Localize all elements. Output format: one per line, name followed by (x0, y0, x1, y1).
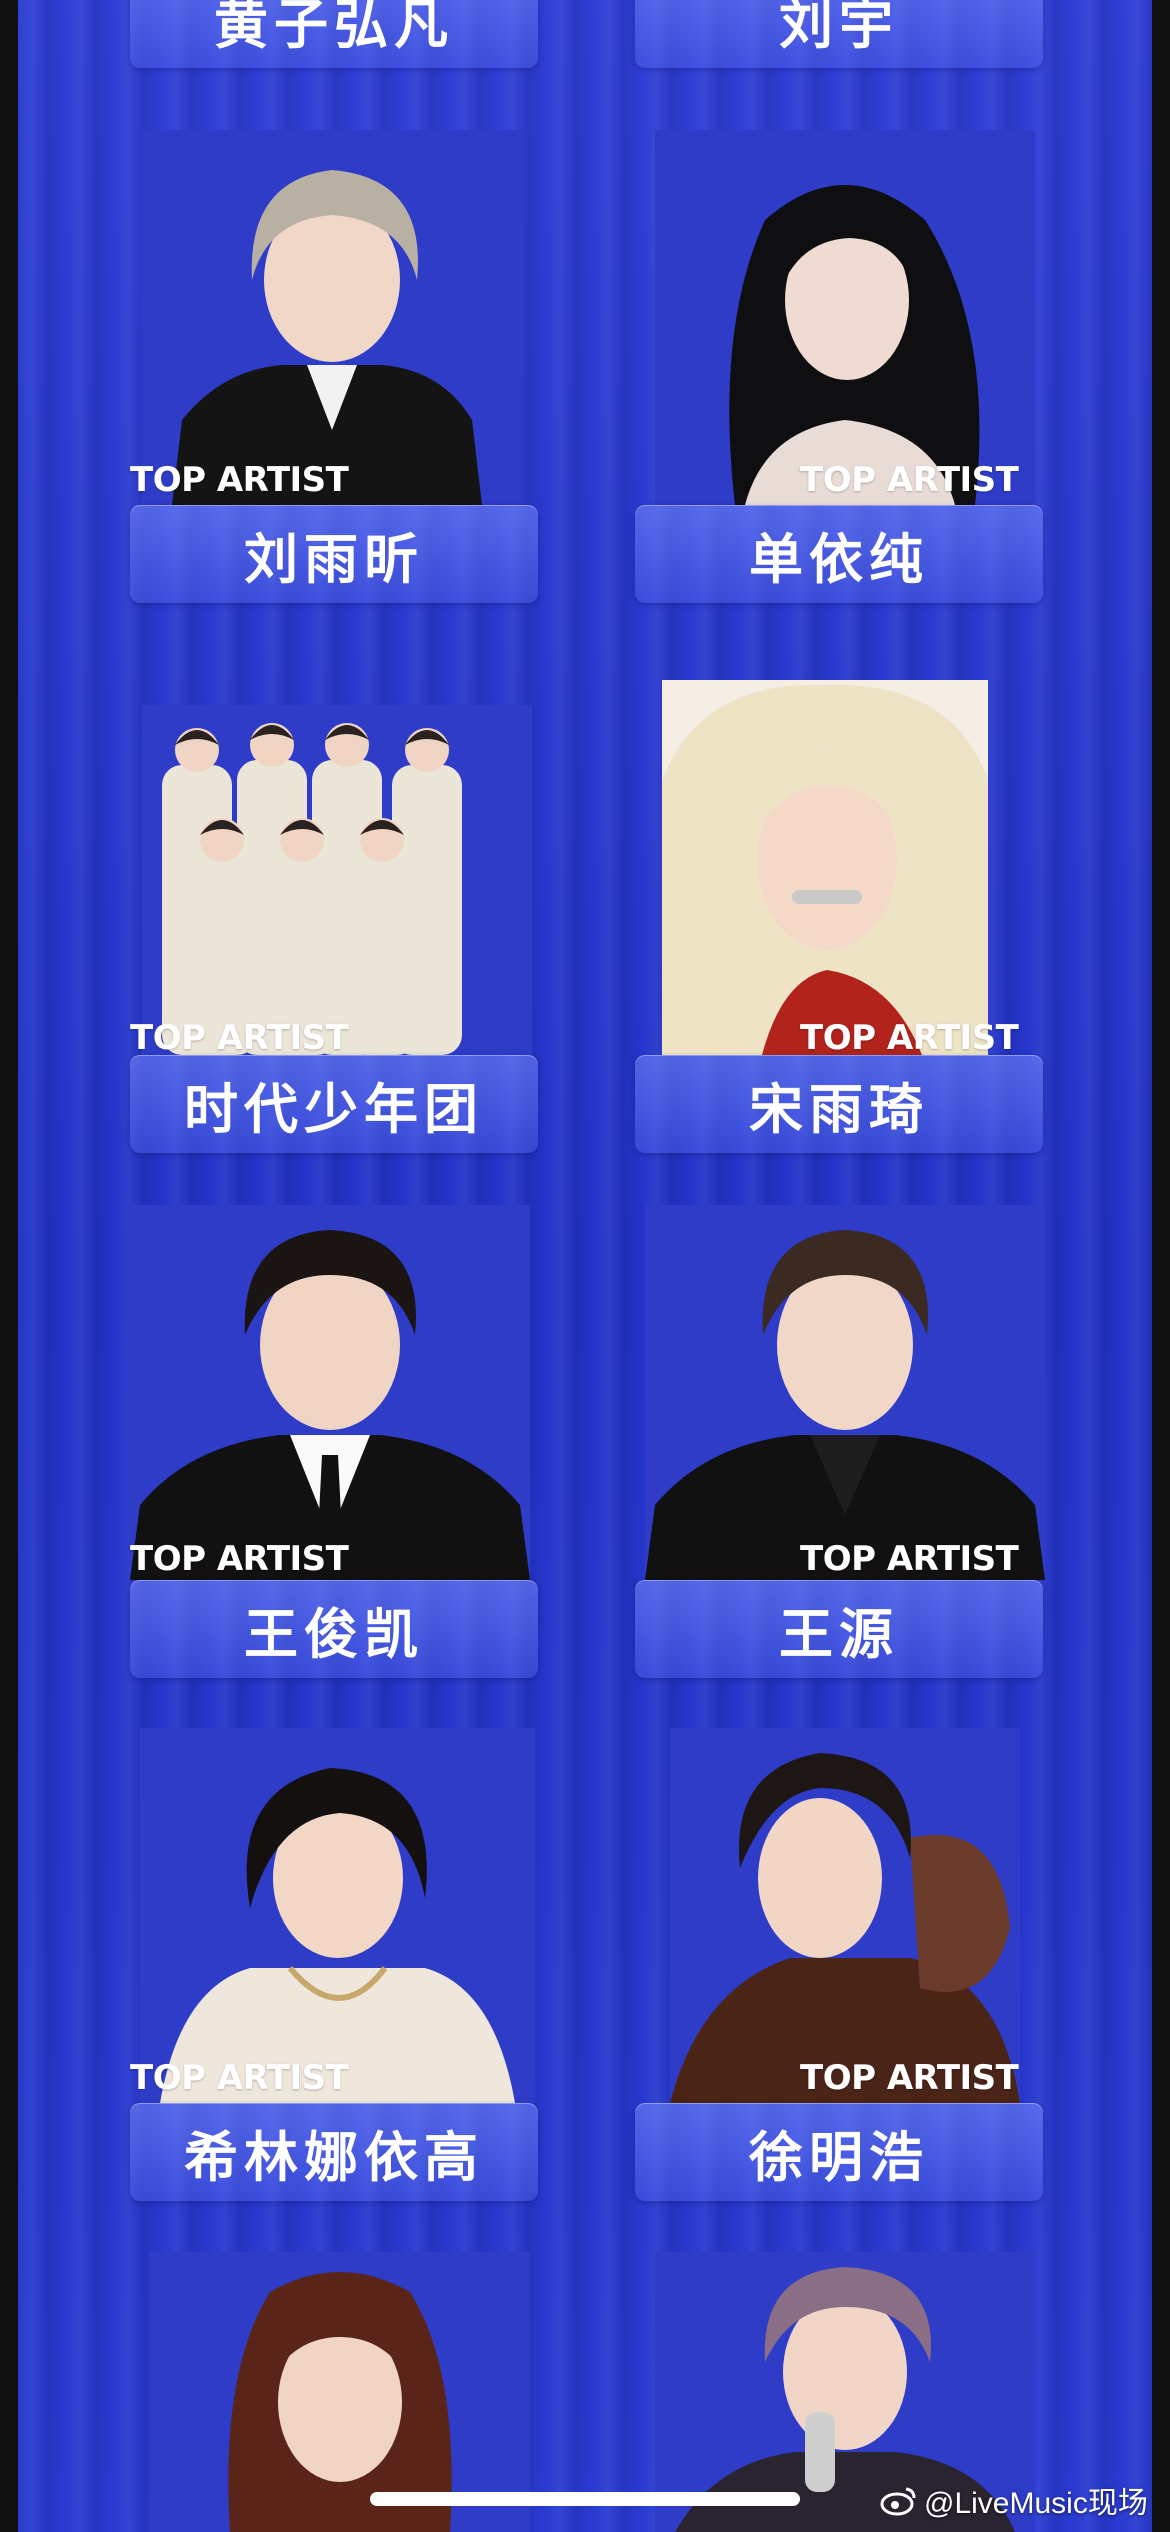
name-plate: 时代少年团 (130, 1055, 538, 1153)
artist-photo (655, 130, 1035, 505)
artist-photo (130, 1205, 530, 1580)
artist-name: 刘雨昕 (244, 527, 424, 591)
name-plate: 黄子弘凡 (130, 0, 538, 68)
watermark-text: @LiveMusic现场 (924, 2487, 1148, 2520)
artist-photo (662, 680, 988, 1055)
name-plate: 刘宇 (635, 0, 1043, 68)
artist-photo (150, 2252, 530, 2532)
artist-photo (142, 130, 522, 505)
name-plate: 王俊凯 (130, 1580, 538, 1678)
top-artist-badge: TOP ARTIST (130, 460, 349, 500)
artist-name: 刘宇 (779, 0, 899, 56)
artist-name: 黄子弘凡 (214, 0, 454, 56)
top-artist-badge: TOP ARTIST (130, 2058, 349, 2098)
home-indicator[interactable] (370, 2492, 800, 2506)
top-artist-badge: TOP ARTIST (800, 1018, 1019, 1058)
top-artist-badge: TOP ARTIST (130, 1539, 349, 1579)
name-plate: 徐明浩 (635, 2103, 1043, 2201)
artist-grid-page: 黄子弘凡 刘宇 TOP ARTIST 刘雨昕 TOP ARTIST 单依纯 TO… (18, 0, 1152, 2532)
artist-name: 时代少年团 (184, 1077, 484, 1141)
name-plate: 宋雨琦 (635, 1055, 1043, 1153)
weibo-icon (880, 2487, 916, 2516)
artist-name: 希林娜依高 (184, 2125, 484, 2189)
artist-photo (140, 1728, 535, 2103)
name-plate: 刘雨昕 (130, 505, 538, 603)
artist-name: 王源 (779, 1602, 899, 1666)
artist-photo (670, 1728, 1020, 2103)
artist-photo (645, 1205, 1045, 1580)
top-artist-badge: TOP ARTIST (800, 2058, 1019, 2098)
artist-photo (142, 705, 532, 1055)
artist-name: 宋雨琦 (749, 1077, 929, 1141)
name-plate: 单依纯 (635, 505, 1043, 603)
left-letterbox (0, 0, 18, 2532)
artist-name: 徐明浩 (749, 2125, 929, 2189)
right-letterbox (1152, 0, 1170, 2532)
top-artist-badge: TOP ARTIST (130, 1018, 349, 1058)
watermark: @LiveMusic现场 (880, 2478, 1148, 2522)
artist-name: 王俊凯 (244, 1602, 424, 1666)
name-plate: 王源 (635, 1580, 1043, 1678)
top-artist-badge: TOP ARTIST (800, 460, 1019, 500)
artist-name: 单依纯 (749, 527, 929, 591)
name-plate: 希林娜依高 (130, 2103, 538, 2201)
top-artist-badge: TOP ARTIST (800, 1539, 1019, 1579)
